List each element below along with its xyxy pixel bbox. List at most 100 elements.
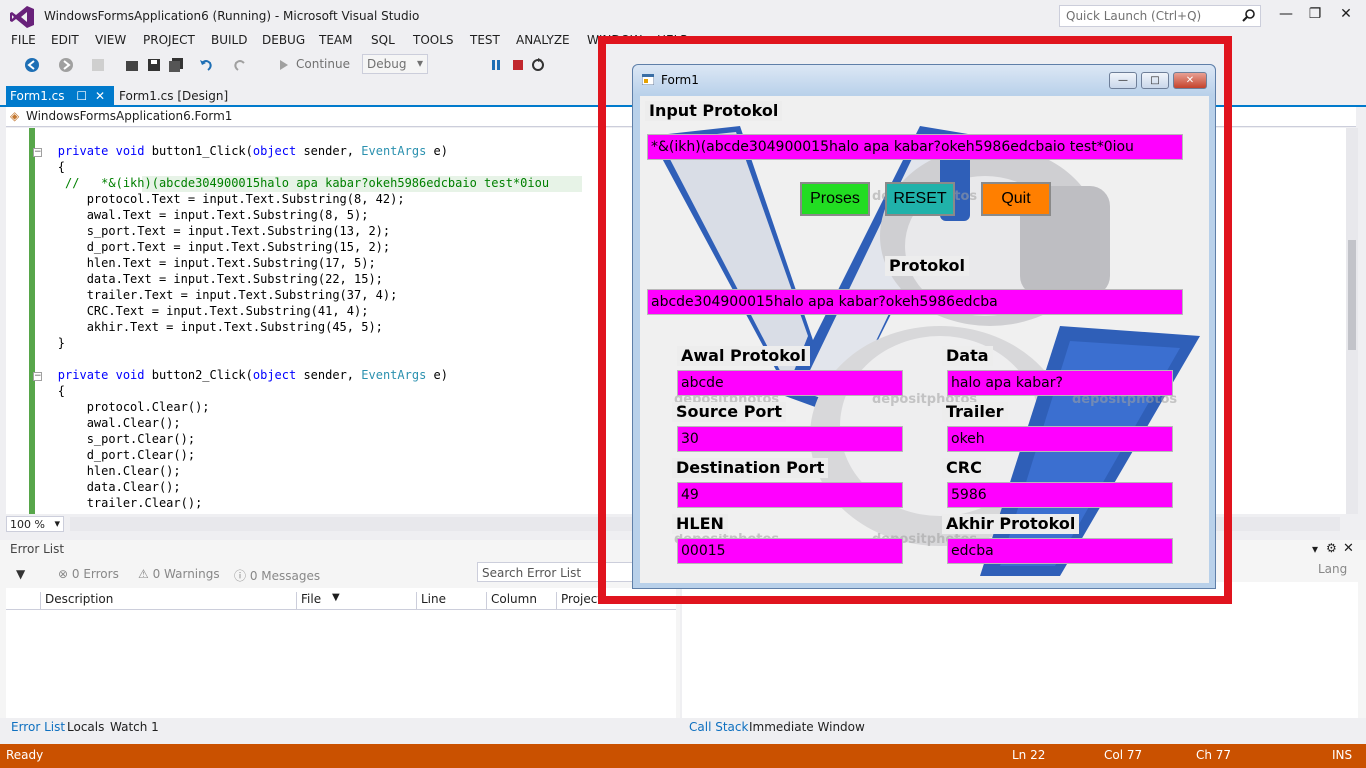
reset-button[interactable]: RESET (885, 182, 955, 216)
protokol-label: Protokol (885, 256, 969, 276)
data-field[interactable]: halo apa kabar? (947, 370, 1173, 396)
menu-team[interactable]: TEAM (319, 33, 352, 47)
col-line[interactable]: Line (416, 592, 446, 610)
code-line-comment: // *&(ikh)(abcde304900015halo apa kabar?… (6, 176, 550, 190)
tab-locals[interactable]: Locals (67, 720, 104, 734)
trailer-field[interactable]: okeh (947, 426, 1173, 452)
form1-window[interactable]: Form1 — □ ✕ depositphotos depositphotos … (632, 64, 1216, 589)
code-line: trailer.Text = input.Text.Substring(37, … (6, 288, 398, 302)
menu-tools[interactable]: TOOLS (413, 33, 454, 47)
close-icon[interactable]: ✕ (1173, 72, 1207, 89)
input-protokol-field[interactable]: *&(ikh)(abcde304900015halo apa kabar?oke… (647, 134, 1183, 160)
continue-button[interactable]: Continue (296, 57, 350, 71)
tab-form1-design[interactable]: Form1.cs [Design] ☐ (116, 86, 236, 117)
data-label: Data (942, 346, 993, 366)
tab-form1-cs[interactable]: Form1.cs ☐ ✕ (6, 86, 114, 106)
errors-filter[interactable]: ⊗ 0 Errors (58, 567, 119, 581)
class-path: WindowsFormsApplication6.Form1 (26, 109, 233, 123)
pin-icon[interactable]: ⚙ (1326, 541, 1337, 555)
menu-view[interactable]: VIEW (95, 33, 126, 47)
code-line: private void button1_Click(object sender… (57, 144, 448, 158)
messages-filter[interactable]: ⓘ 0 Messages (234, 567, 320, 584)
language-column-header: Lang (1318, 562, 1348, 576)
menu-build[interactable]: BUILD (211, 33, 247, 47)
menu-project[interactable]: PROJECT (143, 33, 195, 47)
akhir-protokol-field[interactable]: edcba (947, 538, 1173, 564)
redo-icon[interactable] (232, 57, 248, 73)
hlen-field[interactable]: 00015 (677, 538, 903, 564)
minimize-icon[interactable]: — (1276, 6, 1296, 26)
class-icon: ◈ (10, 109, 20, 123)
continue-icon[interactable] (276, 57, 292, 73)
quit-button[interactable]: Quit (981, 182, 1051, 216)
search-icon (1242, 9, 1255, 22)
zoom-value: 100 % (10, 518, 45, 531)
code-line: trailer.Clear(); (6, 496, 203, 510)
protokol-field[interactable]: abcde304900015halo apa kabar?okeh5986edc… (647, 289, 1183, 315)
restart-icon[interactable] (530, 57, 546, 73)
pin-icon[interactable]: ☐ (76, 89, 87, 103)
scrollbar-thumb[interactable] (1348, 240, 1356, 350)
visual-studio-logo-icon (10, 6, 34, 28)
open-file-icon[interactable] (124, 57, 140, 73)
error-list-title: Error List (10, 542, 65, 556)
menu-test[interactable]: TEST (470, 33, 500, 47)
crc-field[interactable]: 5986 (947, 482, 1173, 508)
input-protokol-label: Input Protokol (645, 101, 783, 121)
menu-analyze[interactable]: ANALYZE (516, 33, 570, 47)
col-file[interactable]: File (296, 592, 321, 610)
undo-icon[interactable] (198, 57, 214, 73)
insert-mode: INS (1332, 748, 1353, 762)
quick-launch-input[interactable]: Quick Launch (Ctrl+Q) (1059, 5, 1261, 27)
form1-title-bar[interactable]: Form1 — □ ✕ (633, 65, 1215, 95)
break-all-icon[interactable] (488, 57, 504, 73)
solution-config-select[interactable]: Debug ▾ (362, 54, 428, 74)
new-project-icon[interactable] (90, 57, 106, 73)
minimize-icon[interactable]: — (1109, 72, 1137, 89)
close-icon[interactable]: ✕ (1343, 541, 1354, 556)
trailer-label: Trailer (942, 402, 1008, 422)
maximize-icon[interactable]: □ (1141, 72, 1169, 89)
destination-port-label: Destination Port (672, 458, 829, 478)
tab-watch-1[interactable]: Watch 1 (110, 720, 159, 734)
menu-file[interactable]: FILE (11, 33, 36, 47)
warnings-filter[interactable]: ⚠ 0 Warnings (138, 567, 220, 581)
awal-protokol-field[interactable]: abcde (677, 370, 903, 396)
awal-protokol-label: Awal Protokol (677, 346, 810, 366)
error-list-header: Description File ▼ Line Column Project (6, 588, 676, 610)
col-column[interactable]: Column (486, 592, 537, 610)
error-list-body (6, 610, 676, 718)
tab-call-stack[interactable]: Call Stack (689, 720, 748, 734)
filter-icon[interactable]: ▼ (16, 567, 25, 581)
menu-sql[interactable]: SQL (371, 33, 395, 47)
proses-button[interactable]: Proses (800, 182, 870, 216)
source-port-field[interactable]: 30 (677, 426, 903, 452)
form1-title: Form1 (661, 73, 699, 87)
panel-dropdown-icon[interactable]: ▾ (1312, 542, 1318, 556)
save-all-icon[interactable] (168, 57, 184, 73)
tab-immediate-window[interactable]: Immediate Window (749, 720, 865, 734)
stop-icon[interactable] (510, 57, 526, 73)
tab-label: Form1.cs [Design] (119, 89, 229, 103)
code-line: data.Text = input.Text.Substring(22, 15)… (6, 272, 383, 286)
menu-debug[interactable]: DEBUG (262, 33, 305, 47)
destination-port-field[interactable]: 49 (677, 482, 903, 508)
close-icon[interactable]: ✕ (95, 89, 105, 103)
code-line: awal.Text = input.Text.Substring(8, 5); (6, 208, 369, 222)
quick-launch-placeholder: Quick Launch (Ctrl+Q) (1066, 9, 1202, 23)
chevron-down-icon: ▾ (54, 517, 60, 530)
restore-icon[interactable]: ❐ (1305, 6, 1325, 26)
col-project[interactable]: Project (556, 592, 602, 610)
forward-icon[interactable] (58, 57, 74, 73)
zoom-select[interactable]: 100 % ▾ (6, 516, 64, 532)
chevron-down-icon: ▾ (416, 56, 423, 70)
menu-edit[interactable]: EDIT (51, 33, 79, 47)
col-description[interactable]: Description (40, 592, 113, 610)
code-line: hlen.Text = input.Text.Substring(17, 5); (6, 256, 376, 270)
save-icon[interactable] (146, 57, 162, 73)
close-icon[interactable]: ✕ (1336, 6, 1356, 26)
back-icon[interactable] (24, 57, 40, 73)
tab-label: Form1.cs (10, 89, 65, 103)
window-title: WindowsFormsApplication6 (Running) - Mic… (44, 9, 420, 23)
tab-error-list[interactable]: Error List (11, 720, 65, 734)
